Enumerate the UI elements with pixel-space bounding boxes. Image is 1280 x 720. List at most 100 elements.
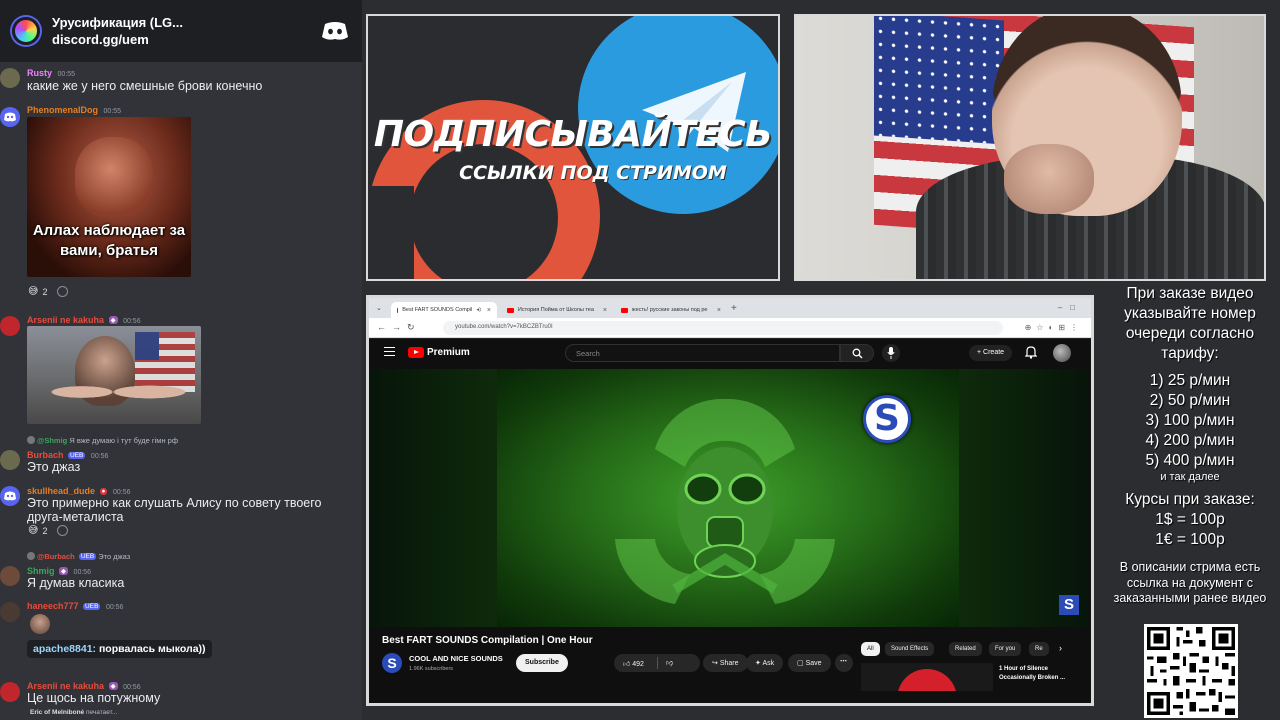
share-label: Share bbox=[719, 660, 739, 667]
player-left-margin bbox=[369, 369, 497, 627]
more-actions-icon[interactable]: ⋯ bbox=[835, 654, 853, 672]
youtube-logo[interactable]: Premium bbox=[408, 347, 470, 358]
create-label: Create bbox=[983, 349, 1005, 356]
video-player[interactable]: S S bbox=[369, 369, 1087, 627]
window-controls[interactable]: –□ bbox=[1058, 303, 1083, 312]
username[interactable]: PhenomenalDog bbox=[27, 105, 98, 115]
timestamp: 00:55 bbox=[57, 71, 76, 78]
video-title: Best FART SOUNDS Compilation | One Hour bbox=[382, 635, 593, 646]
search-button[interactable] bbox=[840, 344, 874, 362]
tab[interactable]: жесть! русские законы под ре × bbox=[615, 302, 727, 318]
chip-related[interactable]: Related bbox=[949, 642, 982, 656]
share-button[interactable]: ↪ Share bbox=[703, 654, 748, 672]
server-banner[interactable]: Урусификация (LG... discord.gg/uem bbox=[0, 0, 362, 62]
tariff-5: 5) 400 р/мин bbox=[1145, 452, 1235, 469]
typing-user: Eric of Melniboné bbox=[30, 709, 85, 716]
reply-preview[interactable]: @Burbach UEB Это джаз bbox=[27, 552, 130, 561]
channel-corner-watermark[interactable]: S bbox=[1059, 595, 1079, 615]
streamer-webcam bbox=[794, 14, 1266, 281]
account-avatar[interactable] bbox=[1053, 344, 1071, 362]
laughing-emoji-icon[interactable]: 😅 bbox=[28, 525, 38, 536]
laughing-emoji-icon[interactable]: 😅 bbox=[28, 286, 38, 297]
mic-icon bbox=[887, 347, 895, 359]
url-field[interactable]: youtube.com/watch?v=7kBCZBTru0I bbox=[443, 321, 1003, 335]
add-reaction-icon[interactable] bbox=[57, 286, 69, 297]
timestamp: 00:56 bbox=[113, 489, 131, 496]
save-label: Save bbox=[805, 660, 822, 667]
recommended-video-thumbnail[interactable] bbox=[861, 663, 993, 691]
discord-icon bbox=[4, 112, 16, 122]
typing-suffix: печатает... bbox=[85, 709, 118, 716]
browser-address-bar: ←→↻ youtube.com/watch?v=7kBCZBTru0I ⊕☆◐⊞… bbox=[369, 318, 1091, 338]
search-icon bbox=[852, 348, 863, 359]
qr-code-image[interactable] bbox=[1144, 624, 1238, 718]
browser-tab-bar: ⌄ Best FART SOUNDS Compil ◂) × История П… bbox=[369, 298, 1091, 318]
username[interactable]: Arsenii ne kakuha bbox=[27, 681, 104, 691]
like-dislike-button[interactable]: 👍︎ 492 👎︎ bbox=[614, 654, 700, 672]
ask-button[interactable]: ✦ Ask bbox=[746, 654, 784, 672]
reply-avatar bbox=[27, 436, 35, 444]
chevron-right-icon[interactable]: › bbox=[1059, 643, 1062, 653]
reaction-bar: 😅 2 bbox=[28, 525, 69, 536]
pig-meme-image[interactable]: Аллах наблюдает за вами, братья bbox=[27, 117, 191, 277]
reply-text: Я вже думаю і тут буде гімн рф bbox=[69, 436, 179, 445]
tab-label: жесть! русские законы под ре bbox=[631, 307, 708, 313]
close-tab-icon[interactable]: × bbox=[717, 307, 721, 314]
gesture-photo-image[interactable] bbox=[27, 326, 201, 424]
close-tab-icon[interactable]: × bbox=[603, 307, 607, 314]
recommended-video-title[interactable]: 1 Hour of Silence Occasionally Broken ..… bbox=[999, 665, 1079, 683]
hamburger-menu-icon[interactable] bbox=[384, 347, 395, 356]
youtube-favicon-icon bbox=[507, 307, 514, 313]
subscribe-button[interactable]: Subscribe bbox=[516, 654, 568, 672]
audio-icon[interactable]: ◂) bbox=[476, 307, 481, 313]
close-tab-icon[interactable]: × bbox=[487, 307, 491, 314]
chip-all[interactable]: All bbox=[861, 642, 880, 656]
tab-active[interactable]: Best FART SOUNDS Compil ◂) × bbox=[391, 302, 497, 318]
extensions-toolbar[interactable]: ⊕☆◐⊞⋮ bbox=[1025, 323, 1083, 332]
server-icon bbox=[12, 17, 40, 45]
username[interactable]: Arsenii ne kakuha bbox=[27, 315, 104, 325]
thumbs-down-icon[interactable]: 👎︎ bbox=[666, 658, 673, 667]
channel-avatar[interactable]: S bbox=[382, 653, 402, 673]
username[interactable]: skullhead_dude bbox=[27, 486, 95, 496]
notifications-bell-icon[interactable] bbox=[1025, 345, 1037, 359]
create-button[interactable]: + Create bbox=[969, 345, 1013, 361]
message-text: Это джаз bbox=[27, 460, 81, 474]
nav-buttons[interactable]: ←→↻ bbox=[377, 322, 421, 333]
tab[interactable]: История Пойма от Школы теа × bbox=[501, 302, 613, 318]
tab-search-icon[interactable]: ⌄ bbox=[376, 304, 382, 312]
username[interactable]: Rusty bbox=[27, 68, 52, 78]
role-badge-icon: ◆ bbox=[108, 682, 118, 690]
search-input[interactable]: Search bbox=[565, 344, 840, 362]
browser-capture: ⌄ Best FART SOUNDS Compil ◂) × История П… bbox=[366, 295, 1094, 706]
chip-recently-uploaded[interactable]: Re bbox=[1029, 642, 1049, 656]
channel-name[interactable]: COOL AND NICE SOUNDS bbox=[409, 654, 503, 663]
order-note: При заказе видео указывайте номер очеред… bbox=[1124, 285, 1256, 362]
add-reaction-icon[interactable] bbox=[57, 525, 69, 536]
promo-title: ПОДПИСЫВАЙТЕСЬ bbox=[373, 114, 773, 155]
chip-for-you[interactable]: For you bbox=[989, 642, 1022, 656]
username[interactable]: Burbach bbox=[27, 450, 64, 460]
bookmark-icon: ▢ bbox=[797, 660, 806, 667]
server-invite-link[interactable]: discord.gg/uem bbox=[52, 31, 320, 48]
streamer-hand bbox=[1004, 144, 1094, 214]
new-tab-icon[interactable]: + bbox=[731, 303, 737, 314]
message-text: какие же у него смешные брови конечно bbox=[27, 79, 263, 93]
chip-sound-effects[interactable]: Sound Effects bbox=[885, 642, 935, 656]
reply-username: @Shmig bbox=[37, 436, 68, 445]
save-button[interactable]: ▢ Save bbox=[788, 654, 831, 672]
reply-preview[interactable]: @Shmig Я вже думаю і тут буде гімн рф bbox=[27, 436, 178, 445]
user-avatar bbox=[0, 602, 20, 622]
rates-title: Курсы при заказе: bbox=[1125, 491, 1255, 508]
tariff-2: 2) 50 р/мин bbox=[1149, 392, 1231, 409]
thumbs-up-icon[interactable]: 👍︎ bbox=[623, 661, 632, 668]
username[interactable]: Shmig bbox=[27, 566, 55, 576]
youtube-page: Premium Search + Create S S Best FART SO… bbox=[369, 339, 1091, 703]
youtube-header: Premium Search + Create bbox=[369, 339, 1091, 369]
message-meta: skullhead_dude ● 00:56 bbox=[27, 486, 131, 496]
reply-avatar bbox=[27, 552, 35, 560]
sticker-image[interactable] bbox=[30, 614, 50, 634]
username[interactable]: haneech777 bbox=[27, 601, 79, 611]
discord-icon bbox=[4, 491, 16, 501]
voice-search-button[interactable] bbox=[882, 344, 900, 362]
